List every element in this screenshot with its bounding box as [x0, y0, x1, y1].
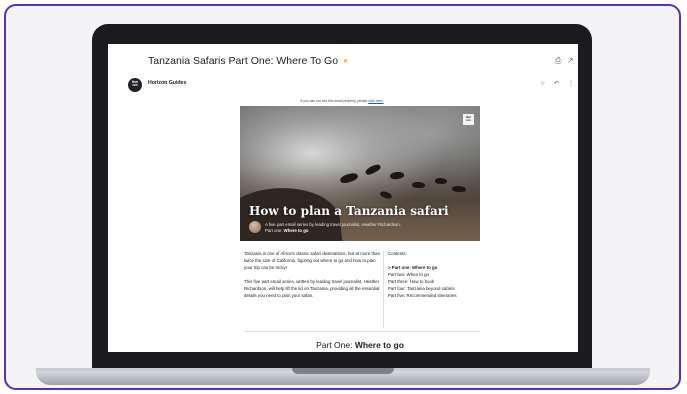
email-sender-row: Hori zon Horizon Guides ☆ ↶ ⋮ — [108, 76, 578, 98]
laptop-screen: Tanzania Safaris Part One: Where To Go ● … — [108, 44, 578, 352]
contents-list: Contents: > Part one: Where to go Part t… — [388, 250, 488, 299]
reply-icon[interactable]: ↶ — [554, 80, 559, 87]
intro-paragraph: Tanzania is one of Africa's classic safa… — [244, 251, 381, 270]
hero-subtitle: A five part email series by leading trav… — [265, 222, 401, 233]
column-divider — [383, 250, 384, 328]
contents-heading: Contents: — [388, 251, 407, 256]
intro-paragraph: This five part email series, written by … — [244, 279, 380, 298]
important-marker-icon[interactable]: ● — [343, 56, 348, 65]
email-preheader: If you can not see this email properly, … — [300, 99, 384, 103]
sender-avatar: Hori zon — [128, 78, 142, 92]
sender-name[interactable]: Horizon Guides — [148, 80, 186, 86]
contents-item-part-three[interactable]: Part three: How to book — [388, 278, 488, 285]
section-divider — [244, 331, 480, 332]
wildebeest — [452, 186, 466, 192]
laptop-notch — [292, 368, 394, 374]
contents-item-part-one[interactable]: > Part one: Where to go — [388, 264, 488, 271]
hero-title: How to plan a Tanzania safari — [249, 204, 449, 218]
star-icon[interactable]: ☆ — [540, 80, 545, 87]
wildebeest — [412, 182, 425, 188]
wildebeest — [435, 178, 447, 184]
contents-item-part-two[interactable]: Part two: When to go — [388, 271, 488, 278]
email-subject-row: Tanzania Safaris Part One: Where To Go ● … — [108, 44, 578, 76]
open-in-new-window-icon[interactable]: ↗ — [567, 57, 574, 65]
author-avatar — [249, 221, 261, 233]
email-subject: Tanzania Safaris Part One: Where To Go ● — [148, 55, 348, 67]
contents-item-part-five[interactable]: Part five: Recommended itineraries — [388, 292, 488, 299]
section-title: Part One: Where to go — [316, 340, 404, 350]
intro-text: Tanzania is one of Africa's classic safa… — [244, 250, 382, 306]
contents-item-part-four[interactable]: Part four: Tanzania beyond safaris — [388, 285, 488, 292]
hero-image: Hori zon How to plan a Tanzania safari A … — [240, 106, 480, 241]
print-icon[interactable]: ⎙ — [555, 57, 561, 65]
view-online-link[interactable]: click here. — [368, 99, 383, 103]
hero-logo: Hori zon — [463, 114, 474, 125]
more-vert-icon[interactable]: ⋮ — [568, 80, 574, 87]
